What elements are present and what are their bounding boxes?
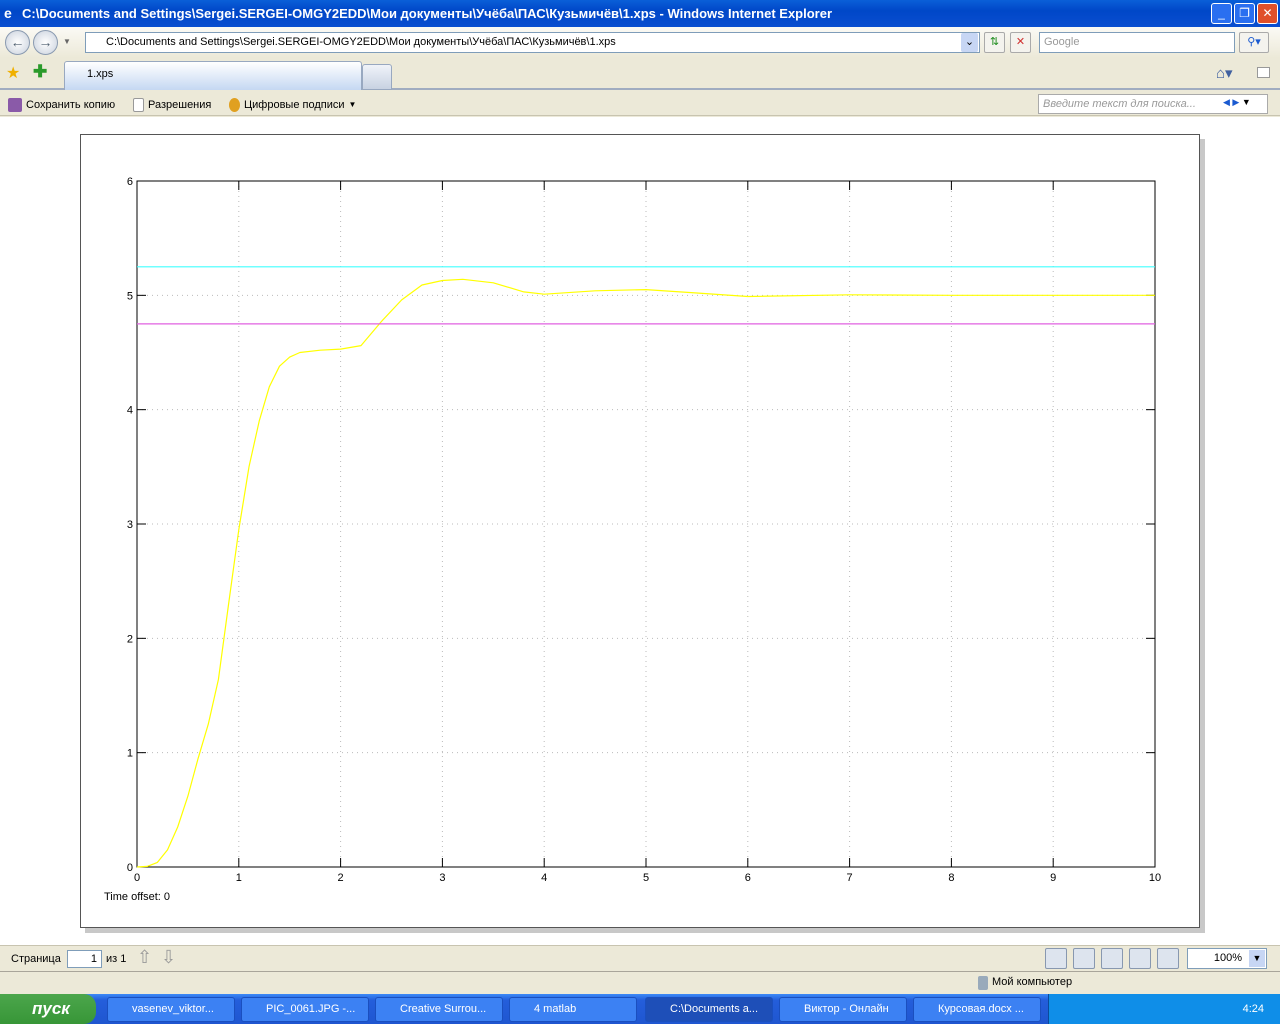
y-tick-label: 6 [127,176,133,188]
x-tick-label: 3 [439,872,445,884]
y-tick-label: 3 [127,519,133,531]
y-tick-label: 5 [127,290,133,302]
x-tick-label: 1 [236,872,242,884]
computer-icon [978,976,988,990]
y-tick-label: 4 [127,405,133,417]
step-response-chart: 0 1 2 3 4 5 6 7 8 9 10 0 1 2 3 4 5 6 Time offset: 0 [104,176,1161,903]
x-tick-label: 8 [948,872,954,884]
x-tick-label: 2 [338,872,344,884]
system-tray: 4:24 [1048,994,1280,1024]
page-number-input[interactable]: 1 [67,950,102,968]
x-tick-label: 0 [134,872,140,884]
x-tick-label: 10 [1149,872,1161,884]
series-response [136,278,1155,868]
x-tick-label: 6 [745,872,751,884]
taskbar-item[interactable]: PIC_0061.JPG -... [241,997,369,1022]
y-tick-label: 2 [127,633,133,645]
time-offset-label: Time offset: 0 [104,891,170,903]
page-count: из 1 [106,953,127,965]
taskbar-item[interactable]: 4 matlab [509,997,637,1022]
taskbar-item[interactable]: Виктор - Онлайн [779,997,907,1022]
zone-label: Мой компьютер [992,976,1073,988]
y-tick-label: 0 [127,862,133,874]
actual-size-view-button[interactable] [1045,948,1067,969]
taskbar-item[interactable]: vasenev_viktor... [107,997,235,1022]
x-tick-label: 7 [847,872,853,884]
two-pages-view-button[interactable] [1129,948,1151,969]
status-bar [0,972,1280,994]
prev-page-arrow-icon[interactable]: ⇧ [137,947,152,968]
x-tick-label: 9 [1050,872,1056,884]
whole-page-view-button[interactable] [1101,948,1123,969]
next-page-arrow-icon[interactable]: ⇩ [161,947,176,968]
thumbnails-view-button[interactable] [1157,948,1179,969]
y-tick-label: 1 [127,748,133,760]
fit-width-view-button[interactable] [1073,948,1095,969]
security-zone: Мой компьютер [978,976,1072,990]
x-tick-label: 5 [643,872,649,884]
zoom-dropdown-icon[interactable]: ▼ [1249,950,1265,967]
clock: 4:24 [1242,1003,1264,1015]
taskbar-item-active[interactable]: C:\Documents a... [645,997,773,1022]
page-label: Страница [11,953,61,965]
start-button[interactable]: пуск [0,994,96,1024]
taskbar-item[interactable]: Creative Surrou... [375,997,503,1022]
x-tick-label: 4 [541,872,547,884]
taskbar-item[interactable]: Курсовая.docx ... [913,997,1041,1022]
